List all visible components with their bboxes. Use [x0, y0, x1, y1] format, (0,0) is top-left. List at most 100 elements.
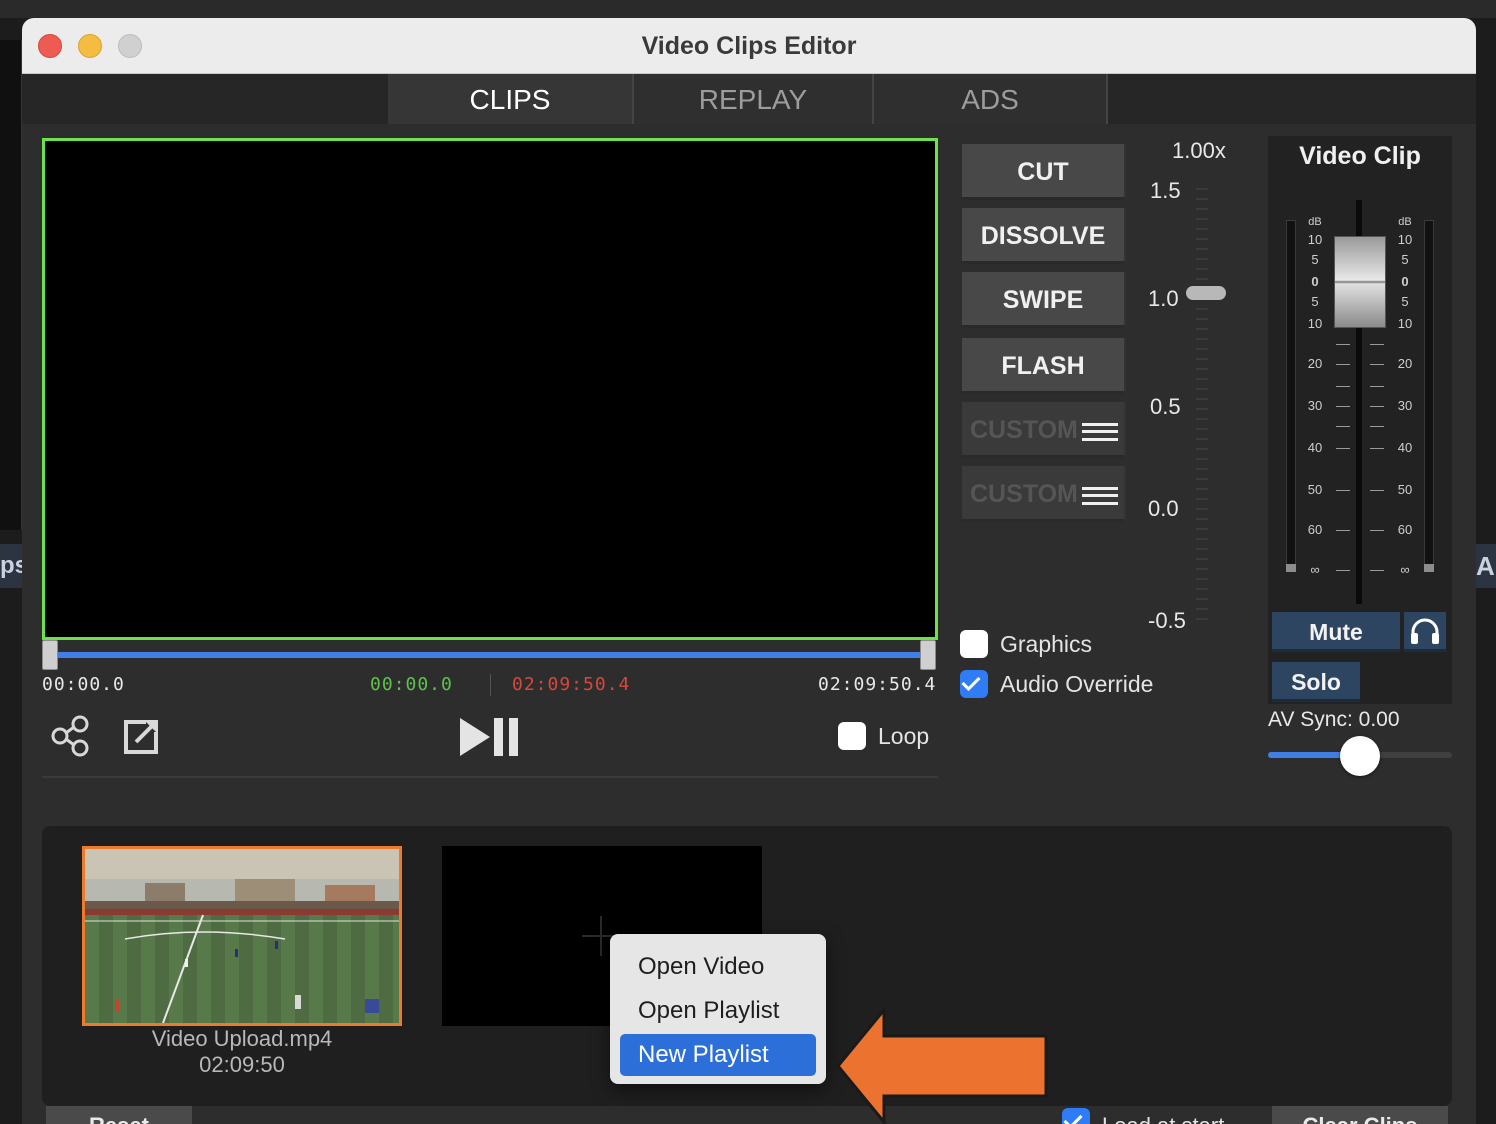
scale-tick [1336, 448, 1350, 449]
soccer-field-thumbnail [85, 849, 399, 1023]
annotation-arrow-icon [836, 1006, 1048, 1124]
clip-duration: 02:09:50 [199, 1052, 285, 1077]
speed-tick-label: 0.0 [1148, 496, 1179, 521]
headphones-button[interactable] [1404, 612, 1446, 652]
share-icon[interactable] [50, 714, 94, 758]
tab-ads[interactable]: ADS [874, 74, 1108, 124]
db-scale-label: 20 [1397, 356, 1413, 371]
custom-transition-label-1: CUSTOM [970, 416, 1078, 444]
solo-button[interactable]: Solo [1272, 662, 1360, 702]
audio-override-checkbox[interactable] [960, 670, 988, 698]
level-meter-left [1286, 220, 1296, 570]
scale-tick [1370, 530, 1384, 531]
db-scale-label: 20 [1307, 356, 1323, 371]
background-app-strip [0, 0, 1496, 18]
speed-tick-label: 1.0 [1148, 286, 1179, 311]
db-scale-label: 5 [1311, 294, 1319, 309]
speed-slider-handle[interactable] [1186, 286, 1226, 300]
minimize-window-button[interactable] [78, 34, 102, 58]
menu-item-open-video[interactable]: Open Video [620, 946, 816, 988]
video-preview[interactable] [42, 138, 938, 640]
zoom-window-button[interactable] [118, 34, 142, 58]
in-point-handle[interactable] [42, 640, 58, 670]
speed-tick-label: 0.5 [1150, 394, 1181, 419]
db-scale-label: 40 [1397, 440, 1413, 455]
menu-item-open-playlist[interactable]: Open Playlist [620, 990, 816, 1032]
scale-tick [1370, 406, 1384, 407]
cut-button[interactable]: CUT [962, 144, 1126, 200]
speed-value-label: 1.00x [1172, 138, 1226, 163]
menu-icon[interactable] [1082, 423, 1118, 441]
loop-checkbox[interactable] [838, 722, 866, 750]
window-title: Video Clips Editor [641, 32, 857, 60]
db-scale-label: 60 [1397, 522, 1413, 537]
menu-icon[interactable] [1082, 487, 1118, 505]
loop-label: Loop [878, 723, 930, 749]
speed-slider-track[interactable] [1196, 188, 1208, 628]
clip-name: Video Upload.mp4 [151, 1026, 333, 1051]
custom-transition-button-2[interactable]: CUSTOM [962, 466, 1126, 522]
scale-tick [1336, 364, 1350, 365]
timecode-out: 02:09:50.4 [512, 674, 631, 695]
tab-replay[interactable]: REPLAY [634, 74, 874, 124]
timecode-divider [490, 674, 491, 696]
checkmark-icon [1063, 1109, 1083, 1124]
preview-divider [42, 776, 938, 778]
reset-button[interactable]: Reset [46, 1106, 192, 1124]
db-scale-label: 10 [1307, 316, 1323, 331]
dissolve-button[interactable]: DISSOLVE [962, 208, 1126, 264]
mute-button[interactable]: Mute [1272, 612, 1400, 652]
video-clips-editor-window: Video Clips Editor CLIPS REPLAY ADS 00:0… [22, 18, 1476, 1124]
db-scale-label: 0 [1401, 274, 1409, 289]
speed-tick-label: 1.5 [1150, 178, 1181, 203]
load-at-start-checkbox[interactable] [1062, 1108, 1090, 1124]
headphones-icon [1411, 618, 1439, 644]
scale-tick [1370, 344, 1384, 345]
scale-tick [1336, 426, 1350, 427]
scale-tick [1370, 490, 1384, 491]
scale-tick [1336, 344, 1350, 345]
flash-button[interactable]: FLASH [962, 338, 1126, 394]
title-bar[interactable]: Video Clips Editor [22, 18, 1476, 74]
db-scale-label: ∞ [1400, 562, 1410, 577]
menu-item-new-playlist[interactable]: New Playlist [620, 1034, 816, 1076]
swipe-button[interactable]: SWIPE [962, 272, 1126, 328]
db-scale-label: ∞ [1310, 562, 1320, 577]
av-sync-label: AV Sync: 0.00 [1268, 708, 1400, 731]
av-sync-slider-knob[interactable] [1340, 736, 1380, 776]
scale-tick [1370, 426, 1384, 427]
db-scale-label: 60 [1307, 522, 1323, 537]
timecode-in: 00:00.0 [370, 674, 453, 695]
graphics-checkbox[interactable] [960, 630, 988, 658]
background-app-left-label: ps [0, 544, 24, 588]
clear-clips-button[interactable]: Clear Clips [1272, 1106, 1448, 1124]
custom-transition-button-1[interactable]: CUSTOM [962, 402, 1126, 458]
db-unit-label: dB [1308, 216, 1322, 228]
db-scale-label: 5 [1311, 252, 1319, 267]
meter-foot-right [1424, 564, 1434, 572]
scale-tick [1370, 386, 1384, 387]
db-scale-label: 30 [1307, 398, 1323, 413]
db-scale-label: 50 [1397, 482, 1413, 497]
out-point-handle[interactable] [920, 640, 936, 670]
meter-foot-left [1286, 564, 1296, 572]
scrub-bar[interactable] [46, 652, 930, 658]
audio-panel-title: Video Clip [1299, 142, 1421, 170]
scale-tick [1370, 448, 1384, 449]
scale-tick [1336, 570, 1350, 571]
db-scale-label: 50 [1307, 482, 1323, 497]
db-scale-label: 0 [1311, 274, 1319, 289]
clip-thumbnail-video-upload[interactable] [82, 846, 402, 1026]
volume-fader-knob[interactable] [1334, 236, 1386, 328]
custom-transition-label-2: CUSTOM [970, 480, 1078, 508]
speed-tick-label: -0.5 [1148, 608, 1186, 633]
audio-override-label: Audio Override [1000, 671, 1154, 697]
close-window-button[interactable] [38, 34, 62, 58]
db-scale-label: 30 [1397, 398, 1413, 413]
tab-clips[interactable]: CLIPS [388, 74, 634, 124]
scale-tick [1370, 364, 1384, 365]
scale-tick [1336, 490, 1350, 491]
play-pause-icon[interactable] [458, 714, 522, 760]
db-scale-label: 10 [1397, 316, 1413, 331]
export-icon[interactable] [120, 714, 164, 758]
